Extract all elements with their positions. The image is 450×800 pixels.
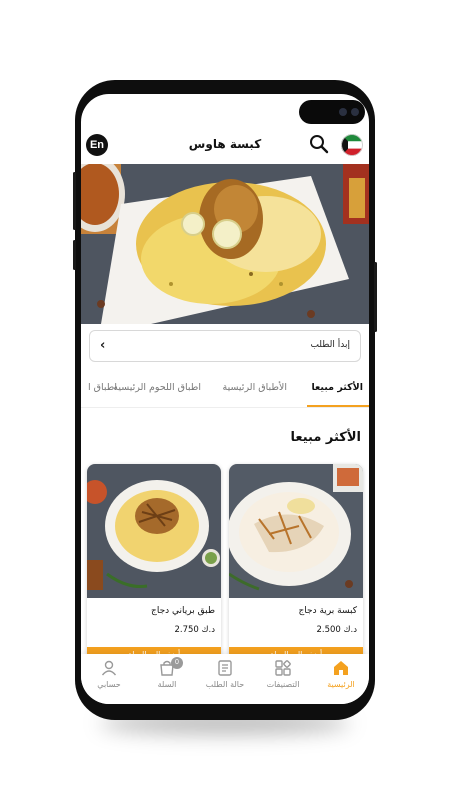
kuwait-flag-icon[interactable] bbox=[341, 134, 363, 156]
start-order-label: إبدأ الطلب bbox=[310, 340, 350, 350]
home-icon bbox=[334, 661, 348, 675]
bottom-navigation: الرئيسية التصنيفات حالة الطلب 0 السلة حس… bbox=[81, 654, 369, 704]
phone-side-button bbox=[73, 240, 76, 270]
search-icon[interactable] bbox=[309, 134, 329, 154]
app-screen: En كبسة هاوس إبدأ الطلب ‹ الأكثر مبيعا ا… bbox=[81, 94, 369, 704]
nav-label: السلة bbox=[157, 680, 177, 689]
nav-label: حسابي bbox=[97, 680, 121, 689]
app-header: En كبسة هاوس bbox=[81, 128, 369, 164]
nav-categories[interactable]: التصنيفات bbox=[255, 659, 311, 701]
nav-order-status[interactable]: حالة الطلب bbox=[197, 659, 253, 701]
tab-best-sellers[interactable]: الأكثر مبيعا bbox=[311, 382, 363, 393]
categories-icon bbox=[275, 660, 291, 676]
product-card[interactable]: طبق برياني دجاج 2.750 د.ك أضف إلى السلة bbox=[87, 464, 221, 664]
category-tabs: الأكثر مبيعا الأطباق الرئيسية اطباق اللح… bbox=[81, 374, 369, 408]
product-price: 2.750 د.ك bbox=[174, 625, 215, 635]
nav-cart[interactable]: 0 السلة bbox=[139, 657, 195, 701]
product-price: 2.500 د.ك bbox=[316, 625, 357, 635]
tab-more-dishes[interactable]: اطباق ا bbox=[88, 382, 117, 393]
phone-side-button bbox=[374, 262, 377, 332]
order-status-icon bbox=[218, 660, 232, 676]
nav-label: الرئيسية bbox=[327, 680, 355, 689]
tab-main-dishes[interactable]: الأطباق الرئيسية bbox=[223, 382, 288, 393]
nav-label: التصنيفات bbox=[266, 680, 300, 689]
product-image bbox=[87, 464, 221, 598]
product-card[interactable]: كبسة برية دجاج 2.500 د.ك أضف إلى السلة bbox=[229, 464, 363, 664]
product-name: طبق برياني دجاج bbox=[151, 606, 215, 616]
start-order-button[interactable]: إبدأ الطلب ‹ bbox=[89, 330, 361, 362]
nav-home[interactable]: الرئيسية bbox=[313, 659, 369, 701]
hero-banner-image[interactable] bbox=[81, 164, 369, 324]
active-tab-indicator bbox=[307, 405, 369, 407]
section-title: الأكثر مبيعا bbox=[290, 430, 362, 445]
tab-main-meat-dishes[interactable]: اطباق اللحوم الرئيسيه bbox=[113, 382, 201, 393]
chevron-left-icon: ‹ bbox=[100, 338, 106, 353]
cart-count-badge: 0 bbox=[171, 657, 183, 669]
product-name: كبسة برية دجاج bbox=[298, 606, 358, 616]
account-icon bbox=[101, 660, 117, 676]
phone-side-button bbox=[73, 172, 76, 230]
camera-cutout bbox=[299, 100, 365, 124]
nav-account[interactable]: حسابي bbox=[81, 659, 137, 701]
product-image bbox=[229, 464, 363, 598]
nav-label: حالة الطلب bbox=[205, 680, 245, 689]
